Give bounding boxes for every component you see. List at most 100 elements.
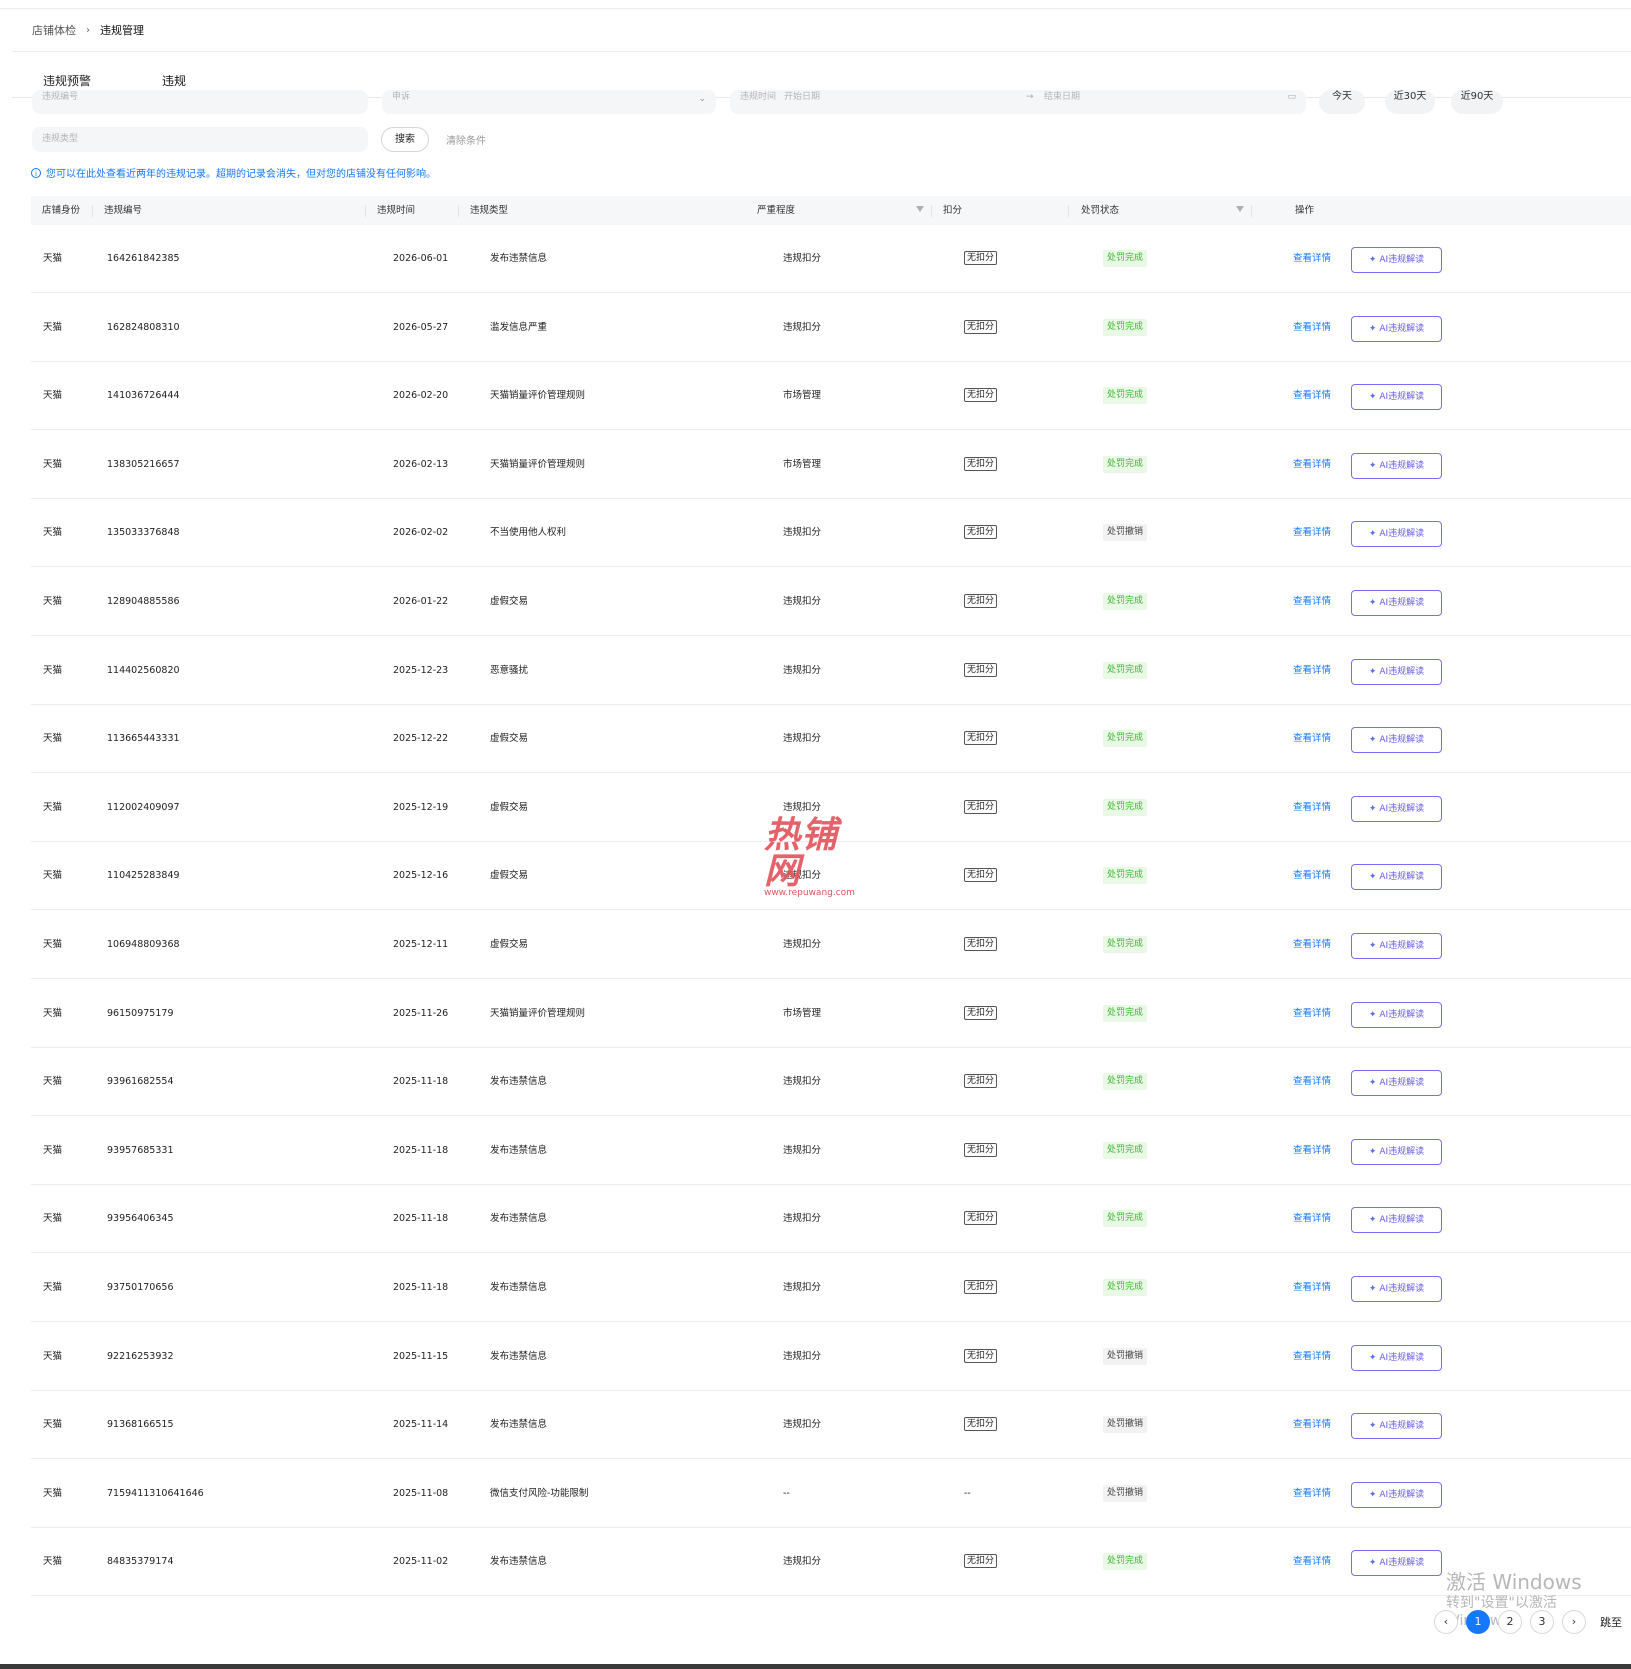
- col-date: 违规时间: [377, 205, 416, 216]
- date-start-input[interactable]: 开始日期: [784, 92, 820, 102]
- ai-interpret-button[interactable]: ✦ AI违规解读: [1351, 1344, 1442, 1371]
- cell-date: 2025-12-22: [393, 733, 449, 745]
- view-details-link[interactable]: 查看详情: [1293, 225, 1331, 293]
- score-tag: 无扣分: [964, 1142, 998, 1157]
- status-badge: 处罚撤销: [1103, 1416, 1148, 1434]
- cell-violation-id: 93956406345: [107, 1213, 174, 1225]
- cell-type: 发布违禁信息: [490, 1282, 548, 1293]
- view-details-link[interactable]: 查看详情: [1293, 294, 1331, 362]
- cell-violation-id: 106948809368: [107, 939, 180, 950]
- table-row: 天猫 91368166515 2025-11-14 发布违禁信息 违规扣分 无扣…: [31, 1391, 1631, 1460]
- ai-interpret-button[interactable]: ✦ AI违规解读: [1351, 1070, 1442, 1097]
- cell-date: 2025-12-23: [393, 664, 449, 676]
- page-3-button[interactable]: 3: [1530, 1610, 1554, 1634]
- score-tag: 无扣分: [964, 1280, 998, 1294]
- next-page-button[interactable]: ›: [1562, 1610, 1586, 1634]
- cell-date: 2025-11-26: [393, 1007, 449, 1019]
- clear-conditions-button[interactable]: 清除条件: [446, 132, 486, 147]
- ai-interpret-button[interactable]: ✦ AI违规解读: [1351, 384, 1442, 411]
- ai-interpret-button[interactable]: ✦ AI违规解读: [1351, 452, 1442, 479]
- status-badge: 处罚完成: [1103, 593, 1148, 610]
- tab-violation[interactable]: 违规: [162, 72, 186, 89]
- breadcrumb-parent[interactable]: 店铺体检: [32, 22, 76, 38]
- quick-range-90-days[interactable]: 近90天: [1451, 90, 1503, 114]
- ai-interpret-button[interactable]: ✦ AI违规解读: [1351, 795, 1442, 822]
- prev-page-button[interactable]: ‹: [1434, 1610, 1458, 1634]
- cell-date: 2026-02-13: [393, 458, 449, 470]
- ai-interpret-button[interactable]: ✦ AI违规解读: [1351, 315, 1442, 342]
- view-details-link[interactable]: 查看详情: [1293, 1391, 1331, 1459]
- ai-interpret-button[interactable]: ✦ AI违规解读: [1351, 1276, 1442, 1302]
- quick-range-today[interactable]: 今天: [1319, 90, 1365, 114]
- score-tag: 无扣分: [964, 1005, 998, 1020]
- filter-icon[interactable]: [1236, 206, 1244, 212]
- view-details-link[interactable]: 查看详情: [1293, 1528, 1331, 1596]
- view-details-link[interactable]: 查看详情: [1293, 1117, 1331, 1185]
- appeal-select[interactable]: 申诉 ⌄: [382, 90, 716, 114]
- windows-activation-title: 激活 Windows: [1446, 1570, 1582, 1594]
- view-details-link[interactable]: 查看详情: [1293, 362, 1331, 430]
- view-details-link[interactable]: 查看详情: [1293, 1323, 1331, 1391]
- view-details-link[interactable]: 查看详情: [1293, 774, 1331, 842]
- col-divider: [1068, 205, 1069, 217]
- filter-icon[interactable]: [916, 206, 924, 212]
- table-row: 天猫 112002409097 2025-12-19 虚假交易 违规扣分 无扣分…: [31, 774, 1631, 842]
- cell-shop: 天猫: [43, 1487, 63, 1499]
- ai-interpret-button[interactable]: ✦ AI违规解读: [1351, 933, 1442, 959]
- date-range-picker[interactable]: 违规时间 开始日期 → 结束日期 ▭: [730, 90, 1306, 114]
- violation-id-input[interactable]: 违规编号: [32, 90, 368, 114]
- page-1-button[interactable]: 1: [1466, 1610, 1490, 1634]
- view-details-link[interactable]: 查看详情: [1293, 1254, 1331, 1322]
- view-details-link[interactable]: 查看详情: [1293, 1185, 1331, 1253]
- ai-interpret-button[interactable]: ✦ AI违规解读: [1351, 658, 1442, 685]
- search-button[interactable]: 搜索: [381, 127, 429, 152]
- quick-range-30-days[interactable]: 近30天: [1385, 90, 1435, 114]
- status-badge: 处罚撤销: [1103, 1347, 1148, 1365]
- view-details-link[interactable]: 查看详情: [1293, 431, 1331, 499]
- score-tag: 无扣分: [964, 388, 998, 403]
- sparkle-icon: ✦: [1368, 255, 1377, 265]
- ai-interpret-button[interactable]: ✦ AI违规解读: [1351, 1481, 1442, 1508]
- col-status: 处罚状态: [1081, 205, 1120, 216]
- view-details-link[interactable]: 查看详情: [1293, 1048, 1331, 1116]
- ai-interpret-button[interactable]: ✦ AI违规解读: [1351, 1207, 1442, 1234]
- ai-interpret-button[interactable]: ✦ AI违规解读: [1351, 1550, 1442, 1577]
- date-end-input[interactable]: 结束日期: [1044, 90, 1080, 104]
- table-row: 天猫 93957685331 2025-11-18 发布违禁信息 违规扣分 无扣…: [31, 1117, 1631, 1185]
- view-details-link[interactable]: 查看详情: [1293, 911, 1331, 979]
- view-details-link[interactable]: 查看详情: [1293, 1460, 1331, 1528]
- view-details-link[interactable]: 查看详情: [1293, 705, 1331, 773]
- view-details-link[interactable]: 查看详情: [1293, 568, 1331, 636]
- col-actions: 操作: [1295, 205, 1315, 216]
- tab-violation-warning[interactable]: 违规预警: [43, 72, 91, 89]
- cell-type: 发布违禁信息: [490, 1419, 548, 1431]
- view-details-link[interactable]: 查看详情: [1293, 499, 1331, 567]
- ai-interpret-button[interactable]: ✦ AI违规解读: [1351, 1413, 1442, 1440]
- page-2-button[interactable]: 2: [1498, 1610, 1522, 1634]
- cell-date: 2025-11-15: [393, 1350, 449, 1362]
- ai-interpret-button[interactable]: ✦ AI违规解读: [1351, 521, 1442, 548]
- cell-type: 虚假交易: [490, 596, 529, 607]
- ai-interpret-label: AI违规解读: [1379, 323, 1425, 334]
- ai-interpret-button[interactable]: ✦ AI违规解读: [1351, 1138, 1442, 1165]
- ai-interpret-button[interactable]: ✦ AI违规解读: [1351, 590, 1442, 616]
- ai-interpret-label: AI违规解读: [1379, 1558, 1425, 1569]
- cell-violation-id: 96150975179: [107, 1007, 174, 1019]
- ai-interpret-label: AI违规解读: [1379, 803, 1425, 814]
- ai-interpret-button[interactable]: ✦ AI违规解读: [1351, 864, 1442, 891]
- ai-interpret-label: AI违规解读: [1379, 941, 1425, 951]
- table-row: 天猫 84835379174 2025-11-02 发布违禁信息 违规扣分 无扣…: [31, 1528, 1631, 1597]
- ai-interpret-button[interactable]: ✦ AI违规解读: [1351, 727, 1442, 754]
- view-details-link[interactable]: 查看详情: [1293, 637, 1331, 705]
- cell-shop: 天猫: [43, 596, 63, 607]
- col-divider: [92, 205, 93, 217]
- ai-interpret-button[interactable]: ✦ AI违规解读: [1351, 1001, 1442, 1028]
- cell-shop: 天猫: [43, 527, 63, 539]
- violation-type-input[interactable]: 违规类型: [32, 127, 368, 152]
- score-tag: 无扣分: [964, 1554, 998, 1569]
- ai-interpret-label: AI违规解读: [1379, 1146, 1425, 1157]
- view-details-link[interactable]: 查看详情: [1293, 842, 1331, 910]
- ai-interpret-button[interactable]: ✦ AI违规解读: [1351, 247, 1442, 273]
- view-details-link[interactable]: 查看详情: [1293, 980, 1331, 1048]
- date-range-label: 违规时间: [740, 92, 777, 102]
